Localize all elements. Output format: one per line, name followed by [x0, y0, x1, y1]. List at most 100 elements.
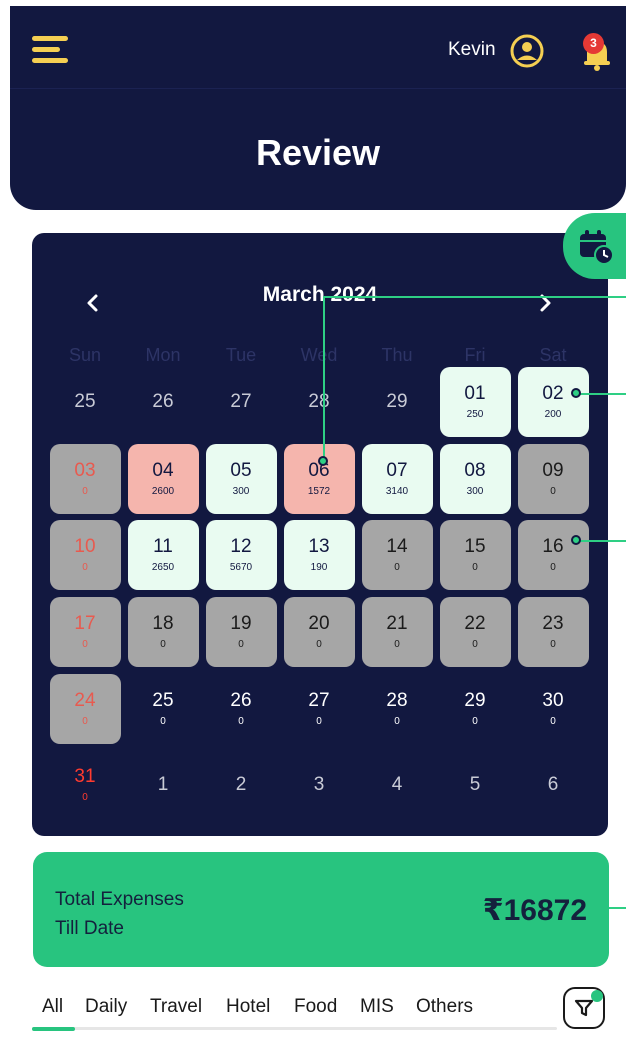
calendar-day[interactable]: 28 0: [362, 674, 433, 744]
day-number: 01: [464, 383, 486, 404]
tab-food[interactable]: Food: [294, 996, 337, 1018]
calendar-day[interactable]: 17 0: [49, 597, 121, 667]
tab-mis[interactable]: MIS: [360, 996, 394, 1018]
day-amount: 0: [316, 716, 322, 727]
calendar-day: 26: [128, 367, 199, 437]
calendar-day[interactable]: 14 0: [361, 520, 433, 590]
day-amount: 190: [310, 562, 328, 573]
calendar-day[interactable]: 02 200: [517, 367, 589, 437]
weekday-sun: Sun: [68, 345, 102, 365]
calendar-day: 25: [50, 367, 121, 437]
calendar-day[interactable]: 09 0: [517, 444, 589, 514]
calendar-day[interactable]: 21 0: [361, 597, 433, 667]
day-amount: 0: [394, 716, 400, 727]
day-number: 25: [74, 391, 96, 412]
calendar-day[interactable]: 20 0: [283, 597, 355, 667]
day-amount: 0: [394, 639, 400, 650]
user-icon[interactable]: [510, 34, 544, 68]
tab-travel[interactable]: Travel: [150, 996, 202, 1018]
day-amount: 0: [238, 639, 244, 650]
calendar-day[interactable]: 11 2650: [127, 520, 199, 590]
day-amount: 0: [394, 562, 400, 573]
calendar-day[interactable]: 07 3140: [361, 444, 433, 514]
calendar-day[interactable]: 10 0: [49, 520, 121, 590]
calendar-day[interactable]: 05 300: [205, 444, 277, 514]
tab-others[interactable]: Others: [416, 996, 473, 1018]
calendar-day[interactable]: 27 0: [284, 674, 355, 744]
day-number: 05: [230, 460, 252, 481]
next-month-button[interactable]: [526, 287, 566, 319]
day-number: 03: [74, 460, 96, 481]
callout-line: [578, 540, 626, 542]
weekday-sat: Sat: [539, 345, 567, 365]
calendar-day[interactable]: 18 0: [127, 597, 199, 667]
tab-bar-track: [32, 1027, 557, 1030]
day-number: 16: [542, 536, 564, 557]
user-name[interactable]: Kevin: [448, 39, 496, 61]
calendar-day[interactable]: 30 0: [518, 674, 589, 744]
calendar-day[interactable]: 15 0: [439, 520, 511, 590]
app-header: Kevin Review: [10, 6, 626, 210]
callout-line: [323, 296, 626, 298]
menu-icon[interactable]: [32, 36, 68, 68]
day-amount: 0: [550, 716, 556, 727]
total-label-line2: Till Date: [55, 918, 124, 939]
day-number: 2: [235, 774, 247, 795]
day-amount: 0: [472, 639, 478, 650]
day-amount: 5670: [229, 562, 253, 573]
day-amount: 0: [316, 639, 322, 650]
calendar-history-button[interactable]: [563, 213, 626, 279]
calendar-day[interactable]: 26 0: [206, 674, 277, 744]
day-number: 26: [152, 391, 174, 412]
day-amount: 200: [544, 409, 562, 420]
calendar-day: 28: [284, 367, 355, 437]
day-number: 09: [542, 460, 564, 481]
day-amount: 2600: [151, 486, 175, 497]
day-amount: 3140: [385, 486, 409, 497]
day-number: 11: [153, 536, 173, 557]
calendar-day[interactable]: 31 0: [50, 750, 121, 820]
calendar-day[interactable]: 23 0: [517, 597, 589, 667]
day-number: 20: [308, 613, 330, 634]
calendar-day: 3: [284, 750, 355, 820]
day-amount: 0: [160, 639, 166, 650]
calendar-day[interactable]: 12 5670: [205, 520, 277, 590]
calendar-day[interactable]: 03 0: [49, 444, 121, 514]
day-number: 31: [74, 766, 96, 787]
calendar-day[interactable]: 04 2600: [127, 444, 199, 514]
tab-all[interactable]: All: [42, 996, 63, 1018]
calendar-day[interactable]: 24 0: [49, 674, 121, 744]
weekday-wed: Wed: [300, 345, 338, 365]
day-amount: 0: [472, 562, 478, 573]
calendar-day[interactable]: 08 300: [439, 444, 511, 514]
calendar-day[interactable]: 22 0: [439, 597, 511, 667]
calendar-day: 29: [362, 367, 433, 437]
day-amount: 0: [82, 639, 88, 650]
day-number: 5: [469, 774, 481, 795]
day-amount: 0: [160, 716, 166, 727]
tab-hotel[interactable]: Hotel: [226, 996, 270, 1018]
weekday-fri: Fri: [464, 345, 486, 365]
total-expenses-card: Total Expenses Till Date ₹16872: [33, 852, 609, 967]
calendar-day: 5: [440, 750, 511, 820]
day-amount: 0: [472, 716, 478, 727]
calendar-day[interactable]: 01 250: [439, 367, 511, 437]
day-amount: 0: [238, 716, 244, 727]
calendar-day[interactable]: 16 0: [517, 520, 589, 590]
tab-daily[interactable]: Daily: [85, 996, 127, 1018]
day-number: 25: [152, 690, 174, 711]
day-number: 13: [308, 536, 330, 557]
callout-line: [609, 907, 626, 909]
day-number: 23: [542, 613, 564, 634]
weekday-mon: Mon: [145, 345, 181, 365]
calendar-day[interactable]: 29 0: [440, 674, 511, 744]
calendar-day[interactable]: 06 1572: [283, 444, 355, 514]
day-amount: 300: [232, 486, 250, 497]
calendar-day[interactable]: 13 190: [283, 520, 355, 590]
callout-line: [323, 296, 325, 462]
day-amount: 0: [82, 792, 88, 803]
calendar-day[interactable]: 19 0: [205, 597, 277, 667]
day-number: 02: [542, 383, 564, 404]
calendar-day[interactable]: 25 0: [128, 674, 199, 744]
day-number: 28: [308, 391, 330, 412]
